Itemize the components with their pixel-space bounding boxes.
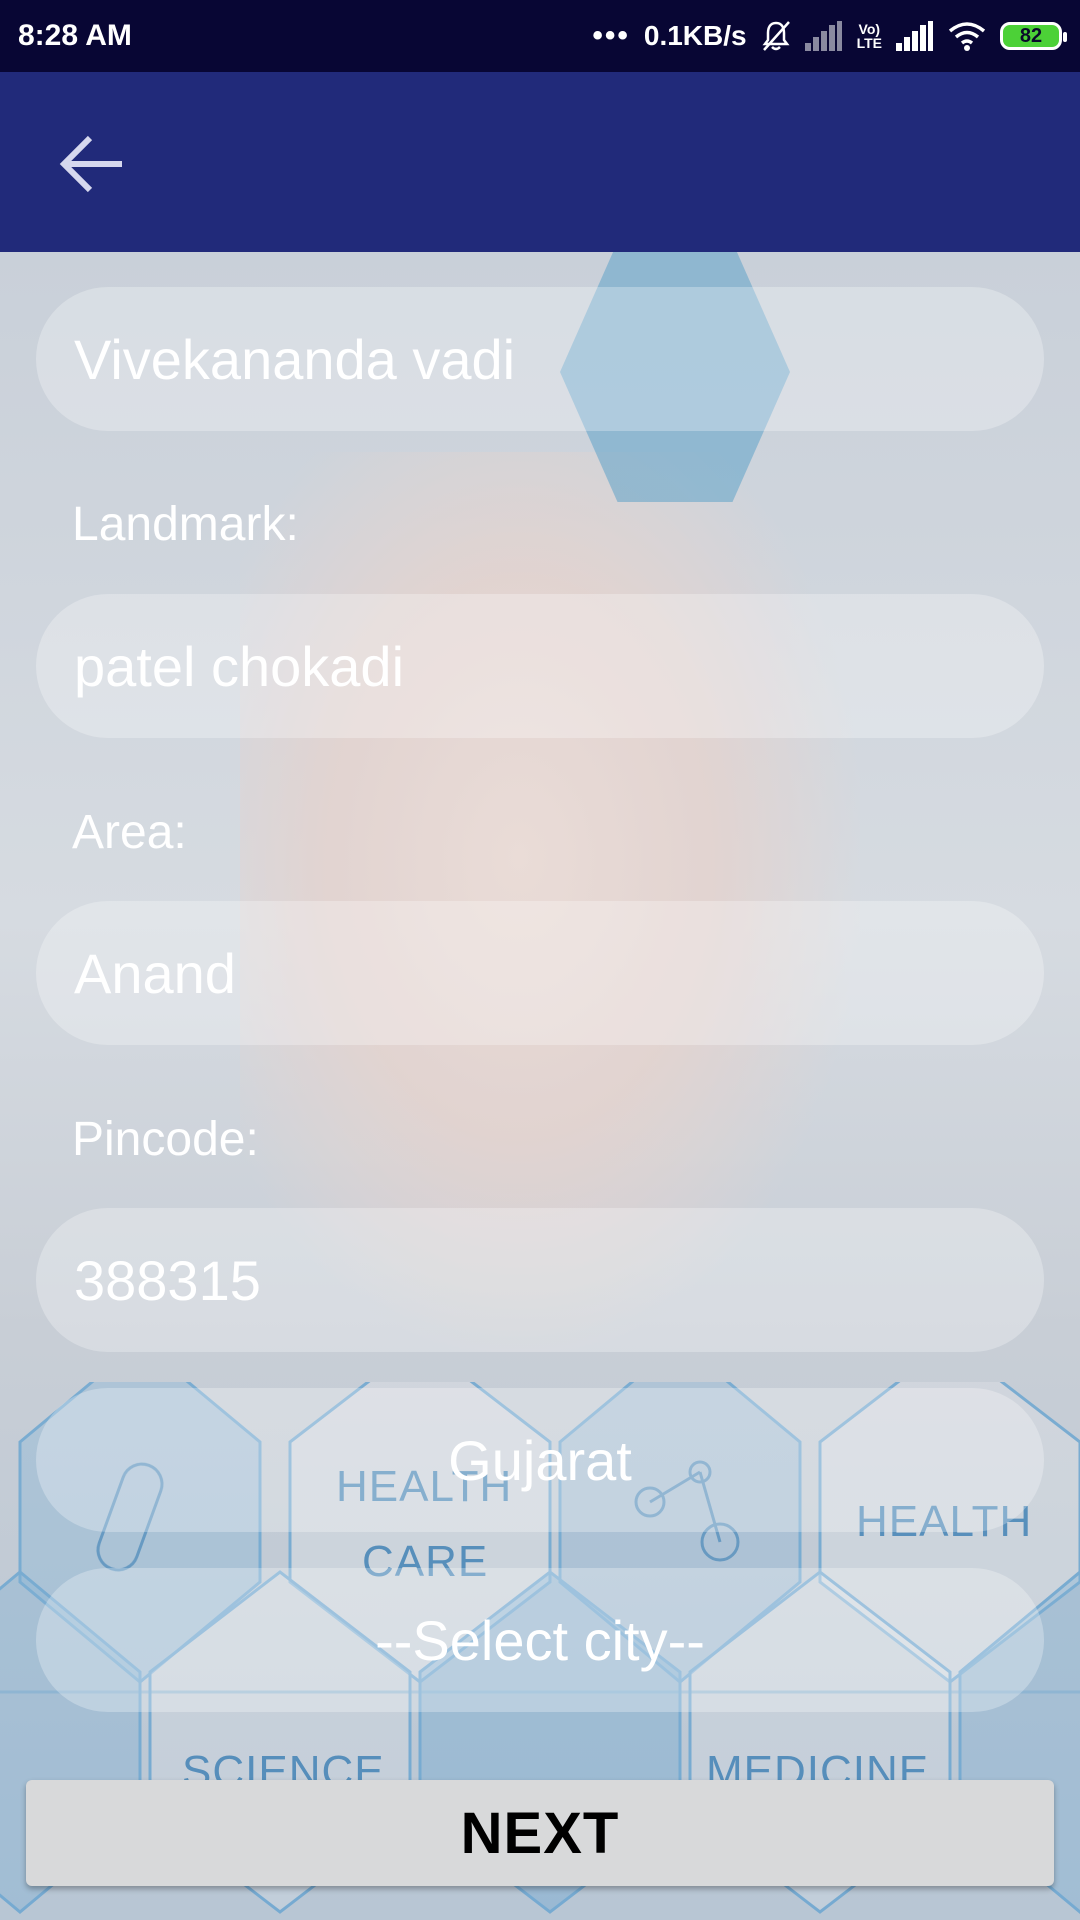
network-speed: 0.1KB/s bbox=[643, 20, 747, 51]
status-bar: 8:28 AM ••• 0.1KB/s Vo) LTE 82 bbox=[0, 0, 1080, 72]
volte-bottom: LTE bbox=[856, 35, 882, 51]
landmark-input[interactable]: patel chokadi bbox=[36, 594, 1044, 738]
app-bar bbox=[0, 72, 1080, 252]
back-button[interactable] bbox=[52, 124, 132, 204]
bell-off-icon bbox=[762, 21, 790, 51]
area-input[interactable]: Anand bbox=[36, 901, 1044, 1045]
status-time: 8:28 AM bbox=[18, 19, 132, 52]
landmark-label: Landmark: bbox=[72, 498, 299, 551]
address-input[interactable]: Vivekananda vadi bbox=[36, 287, 1044, 431]
signal-strong-icon bbox=[896, 21, 934, 51]
signal-weak-icon bbox=[804, 21, 843, 51]
battery-icon: 82 bbox=[1000, 22, 1067, 50]
pincode-label: Pincode: bbox=[72, 1113, 259, 1166]
status-icons: ••• 0.1KB/s Vo) LTE 82 bbox=[592, 19, 1067, 53]
volte-icon: Vo) LTE bbox=[857, 22, 882, 50]
arrow-back-icon bbox=[59, 135, 122, 193]
wifi-icon bbox=[948, 22, 986, 51]
pincode-input[interactable]: 388315 bbox=[36, 1208, 1044, 1352]
next-button[interactable]: NEXT bbox=[26, 1780, 1054, 1886]
city-select[interactable]: --Select city-- bbox=[36, 1568, 1044, 1712]
area-label: Area: bbox=[72, 806, 187, 859]
state-select[interactable]: Gujarat bbox=[36, 1388, 1044, 1532]
volte-top: Vo) bbox=[858, 21, 881, 37]
more-notifications-icon: ••• bbox=[592, 19, 630, 52]
